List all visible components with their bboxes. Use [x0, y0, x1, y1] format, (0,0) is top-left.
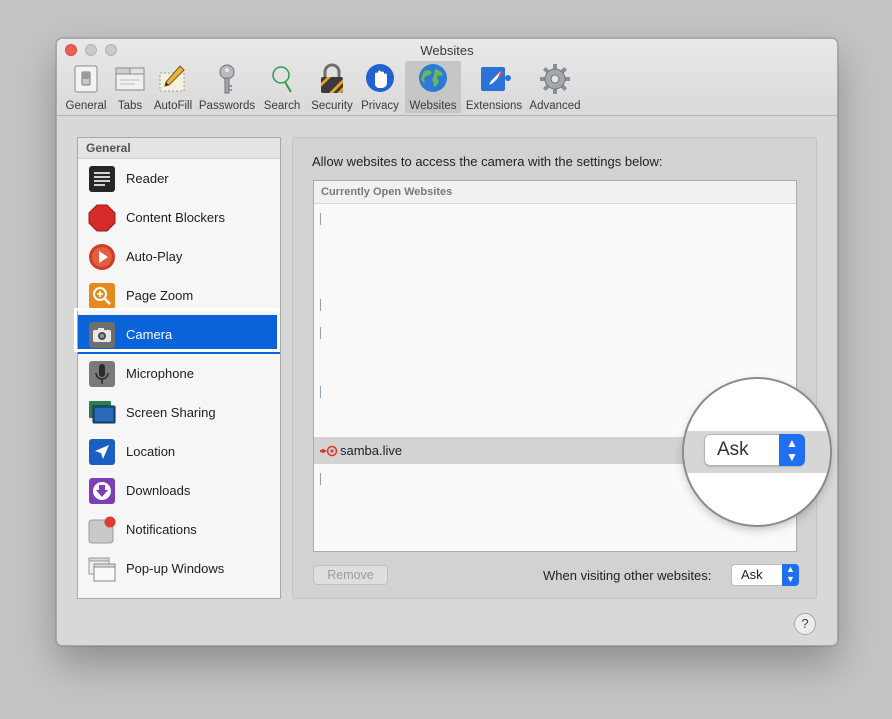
sidebar-item-content-blockers[interactable]: Content Blockers	[78, 198, 280, 237]
row-marker	[320, 213, 321, 225]
preferences-window: Websites General Tabs AutoFill Passwords…	[56, 38, 838, 646]
toolbar-extensions[interactable]: Extensions	[463, 61, 525, 113]
row-marker	[320, 473, 321, 485]
row-marker	[320, 386, 321, 398]
globe-icon	[419, 64, 447, 92]
toolbar-search-label: Search	[263, 100, 301, 112]
sidebar-item-label: Screen Sharing	[126, 405, 216, 420]
toolbar-tabs-label: Tabs	[117, 100, 143, 112]
stop-sign-icon	[88, 204, 116, 232]
site-permission-value: Ask	[717, 439, 749, 460]
toolbar-search[interactable]: Search	[261, 61, 303, 113]
sidebar-header: General	[78, 138, 280, 159]
stepper-chevrons-icon: ▲ ▼	[782, 564, 799, 586]
sidebar-item-label: Reader	[126, 171, 169, 186]
sidebar-item-microphone[interactable]: Microphone	[78, 354, 280, 393]
screen-sharing-icon	[89, 401, 116, 424]
location-arrow-icon	[89, 439, 115, 465]
reader-icon	[89, 166, 115, 192]
window-title: Websites	[420, 43, 474, 58]
toolbar-security-label: Security	[311, 100, 353, 112]
toolbar-advanced[interactable]: Advanced	[527, 61, 583, 113]
popup-windows-icon	[88, 557, 116, 582]
search-magnifier-icon	[272, 66, 292, 93]
sidebar-item-page-zoom[interactable]: Page Zoom	[78, 276, 280, 315]
toolbar-general[interactable]: General	[64, 61, 108, 113]
help-button[interactable]: ?	[794, 613, 816, 635]
sidebar-item-label: Pop-up Windows	[126, 561, 225, 576]
key-icon	[219, 64, 235, 94]
sidebar-item-label: Downloads	[126, 483, 191, 498]
toolbar-websites[interactable]: Websites	[405, 61, 461, 113]
toolbar-advanced-label: Advanced	[529, 100, 581, 112]
tabs-icon	[115, 67, 145, 91]
sidebar-item-notifications[interactable]: Notifications	[78, 510, 280, 549]
sidebar-item-pop-up-windows[interactable]: Pop-up Windows	[78, 549, 280, 588]
other-websites-label: When visiting other websites:	[543, 568, 712, 583]
extensions-puzzle-icon	[481, 67, 511, 91]
sidebar-item-label: Content Blockers	[126, 210, 225, 225]
toolbar-extensions-label: Extensions	[465, 100, 523, 112]
settings-panel: Allow websites to access the camera with…	[292, 137, 817, 599]
sidebar-item-label: Auto-Play	[126, 249, 183, 264]
toolbar-tabs[interactable]: Tabs	[110, 61, 150, 113]
sidebar-item-downloads[interactable]: Downloads	[78, 471, 280, 510]
play-icon	[89, 244, 115, 270]
general-switch-icon	[74, 65, 98, 93]
sidebar-item-auto-play[interactable]: Auto-Play	[78, 237, 280, 276]
stepper-chevrons-icon: ▲ ▼	[779, 434, 805, 466]
sidebar-item-label: Location	[126, 444, 176, 459]
toolbar-privacy-label: Privacy	[361, 100, 399, 112]
other-websites-select[interactable]: Ask ▲ ▼	[731, 564, 799, 586]
row-marker	[320, 299, 321, 311]
microphone-icon	[89, 361, 115, 387]
toolbar-passwords-label: Passwords	[198, 100, 256, 112]
preferences-content: General Reader Content Blockers Auto-Pla…	[57, 116, 837, 645]
site-favicon-icon	[320, 445, 338, 457]
toolbar-autofill-label: AutoFill	[153, 100, 193, 112]
autofill-pencil-icon	[159, 65, 185, 92]
camera-icon	[89, 322, 115, 348]
toolbar-autofill[interactable]: AutoFill	[151, 61, 195, 113]
titlebar: Websites General Tabs AutoFill Passwords…	[57, 39, 837, 116]
toolbar-passwords[interactable]: Passwords	[198, 61, 256, 113]
magnifier-callout: Ask ▲ ▼	[684, 379, 830, 525]
other-websites-value: Ask	[741, 567, 763, 582]
row-marker	[320, 327, 321, 339]
notifications-icon	[88, 516, 116, 544]
table-header: Currently Open Websites	[314, 181, 796, 204]
download-icon	[89, 478, 115, 504]
toolbar-security[interactable]: Security	[307, 61, 357, 113]
site-permission-select[interactable]: Ask ▲ ▼	[704, 434, 805, 466]
sidebar-item-label: Page Zoom	[126, 288, 194, 303]
sidebar-item-location[interactable]: Location	[78, 432, 280, 471]
gear-icon	[540, 64, 570, 94]
toolbar-privacy[interactable]: Privacy	[359, 61, 401, 113]
zoom-icon	[89, 283, 115, 309]
sidebar-item-reader[interactable]: Reader	[78, 159, 280, 198]
lock-icon	[321, 63, 343, 93]
site-name: samba.live	[340, 443, 403, 458]
sidebar-item-label: Notifications	[126, 522, 197, 537]
sidebar-item-screen-sharing[interactable]: Screen Sharing	[78, 393, 280, 432]
sidebar: General Reader Content Blockers Auto-Pla…	[77, 137, 281, 599]
toolbar-websites-label: Websites	[409, 100, 457, 112]
remove-button[interactable]: Remove	[313, 565, 388, 585]
sidebar-item-label: Microphone	[126, 366, 194, 381]
sidebar-item-camera[interactable]: Camera	[78, 315, 280, 354]
panel-description: Allow websites to access the camera with…	[312, 154, 663, 169]
hand-icon	[366, 64, 394, 92]
toolbar-general-label: General	[65, 100, 107, 112]
sidebar-item-label: Camera	[126, 327, 173, 342]
